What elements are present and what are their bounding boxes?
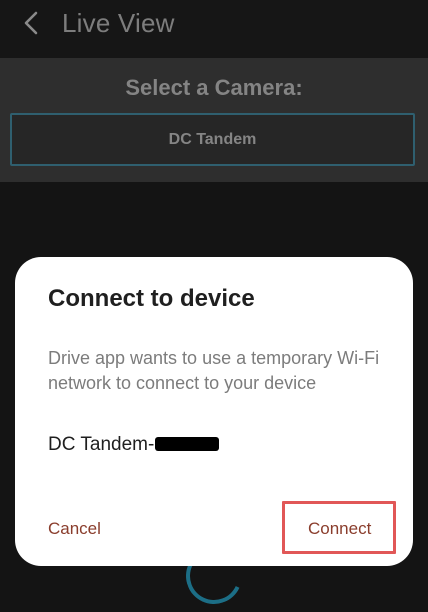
- device-name-prefix: DC Tandem-: [48, 434, 155, 455]
- cancel-button[interactable]: Cancel: [48, 519, 101, 539]
- camera-select-panel: Select a Camera: DC Tandem: [0, 58, 428, 182]
- page-title: Live View: [62, 8, 175, 38]
- connect-button[interactable]: Connect: [308, 519, 371, 539]
- camera-select-heading: Select a Camera:: [125, 75, 303, 100]
- dialog-title: Connect to device: [48, 285, 255, 312]
- camera-option-dc-tandem[interactable]: DC Tandem: [10, 113, 415, 166]
- dialog-message: Drive app wants to use a temporary Wi-Fi…: [48, 348, 380, 393]
- connect-device-dialog: Connect to device Drive app wants to use…: [15, 257, 413, 566]
- app-bar: Live View: [0, 0, 428, 58]
- chevron-left-icon[interactable]: [20, 9, 44, 37]
- redaction-mark: [155, 437, 220, 451]
- device-name: DC Tandem-: [48, 434, 220, 456]
